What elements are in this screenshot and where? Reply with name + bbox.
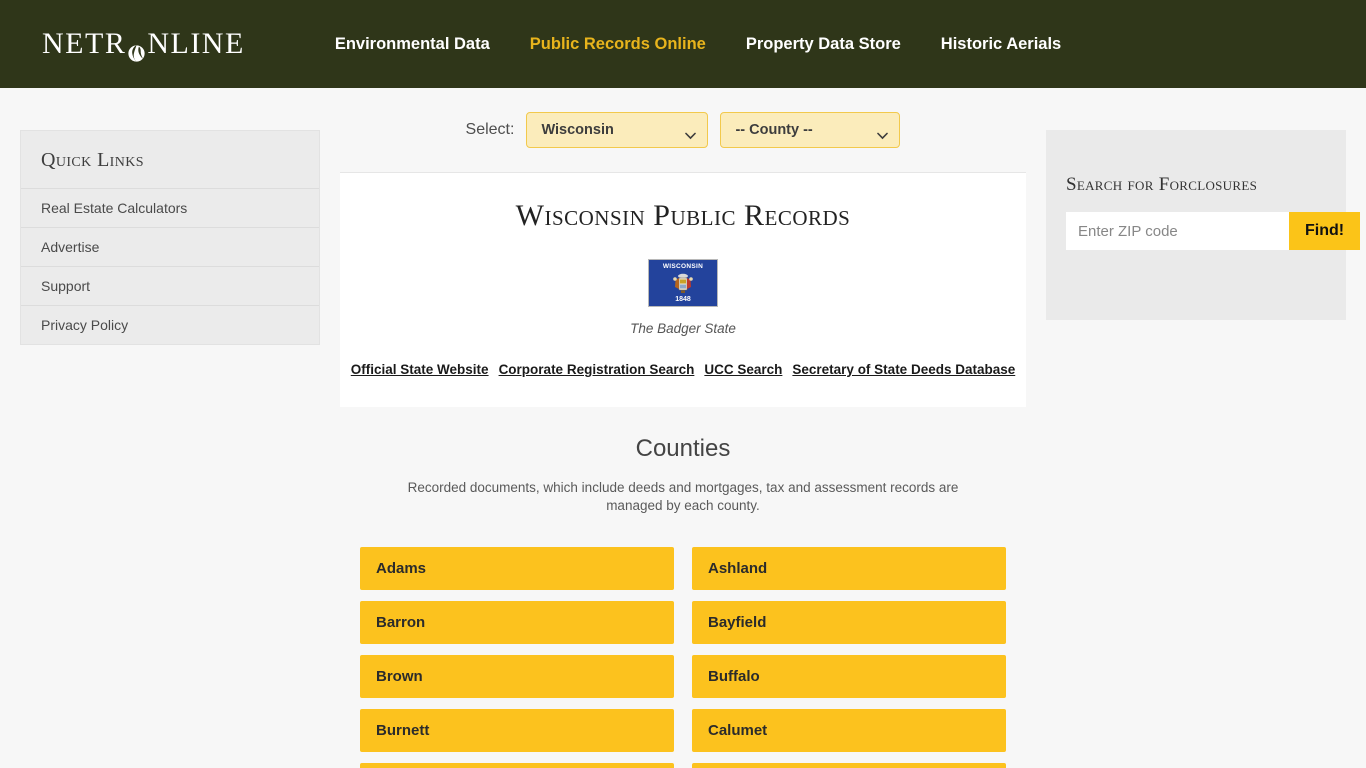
link-secretary-of-state-deeds-database[interactable]: Secretary of State Deeds Database [787,362,1020,377]
wisconsin-flag-icon: WISCONSIN 1848 [648,259,718,307]
sidebar-item-advertise[interactable]: Advertise [21,227,319,266]
state-info-card: Wisconsin Public Records WISCONSIN 1848 … [340,172,1026,407]
county-button[interactable]: Brown [360,654,674,698]
zip-code-input[interactable] [1066,212,1289,250]
page-title: Wisconsin Public Records [515,199,851,232]
sidebar-item-real-estate-calculators[interactable]: Real Estate Calculators [21,188,319,227]
foreclosure-search-title: Search for Forclosures [1066,174,1258,195]
globe-icon [127,37,146,62]
state-select-wrapper: Wisconsin [526,112,709,148]
county-button[interactable]: Ashland [692,546,1006,590]
county-button[interactable]: Clark [692,762,1006,768]
main-navigation: Environmental Data Public Records Online… [315,29,1081,60]
page-body: Quick Links Real Estate Calculators Adve… [0,88,1366,768]
county-button[interactable]: Burnett [360,708,674,752]
nav-item-property-data-store[interactable]: Property Data Store [726,29,921,60]
state-nickname: The Badger State [630,321,736,336]
counties-description: Recorded documents, which include deeds … [407,480,959,513]
county-button-grid: Adams Ashland Barron Bayfield Brown Buffalo Bu… [340,546,1026,768]
find-button[interactable]: Find! [1289,212,1361,250]
county-button[interactable]: Bayfield [692,600,1006,644]
flag-year: 1848 [675,296,691,303]
county-button[interactable]: Calumet [692,708,1006,752]
foreclosure-search-form: Find! [1066,212,1361,250]
foreclosure-search-panel: Search for Forclosures Find! [1046,130,1361,320]
state-seal-icon [668,273,698,295]
state-county-selector: Select: Wisconsin -- County -- [340,88,1026,172]
state-select[interactable]: Wisconsin [526,112,709,148]
main-content: Select: Wisconsin -- County -- Wisconsin… [340,88,1026,768]
logo-text-pre: NETR [42,27,127,60]
nav-item-public-records-online[interactable]: Public Records Online [510,29,726,60]
sidebar-item-privacy-policy[interactable]: Privacy Policy [21,305,319,344]
counties-heading: Counties [635,435,731,462]
county-button[interactable]: Adams [360,546,674,590]
county-select-wrapper: -- County -- [720,112,901,148]
state-flag-wrapper: WISCONSIN 1848 [364,259,1002,312]
flag-state-name: WISCONSIN [662,263,704,270]
nav-item-environmental-data[interactable]: Environmental Data [315,29,510,60]
sidebar-item-support[interactable]: Support [21,266,319,305]
select-label: Select: [465,121,515,138]
county-button[interactable]: Chippewa [360,762,674,768]
nav-item-historic-aerials[interactable]: Historic Aerials [921,29,1081,60]
county-select[interactable]: -- County -- [720,112,901,148]
link-corporate-registration-search[interactable]: Corporate Registration Search [494,362,700,377]
county-button[interactable]: Buffalo [692,654,1006,698]
link-official-state-website[interactable]: Official State Website [346,362,494,377]
site-logo[interactable]: NETR NLINE [42,27,245,62]
logo-text-post: NLINE [147,27,245,60]
county-button[interactable]: Barron [360,600,674,644]
state-resource-links: Official State Website Corporate Registr… [351,362,1015,377]
quick-links-panel: Quick Links Real Estate Calculators Adve… [20,130,320,345]
link-ucc-search[interactable]: UCC Search [699,362,787,377]
site-header: NETR NLINE Environmental Data Public Rec… [0,0,1366,88]
quick-links-title: Quick Links [41,149,144,171]
